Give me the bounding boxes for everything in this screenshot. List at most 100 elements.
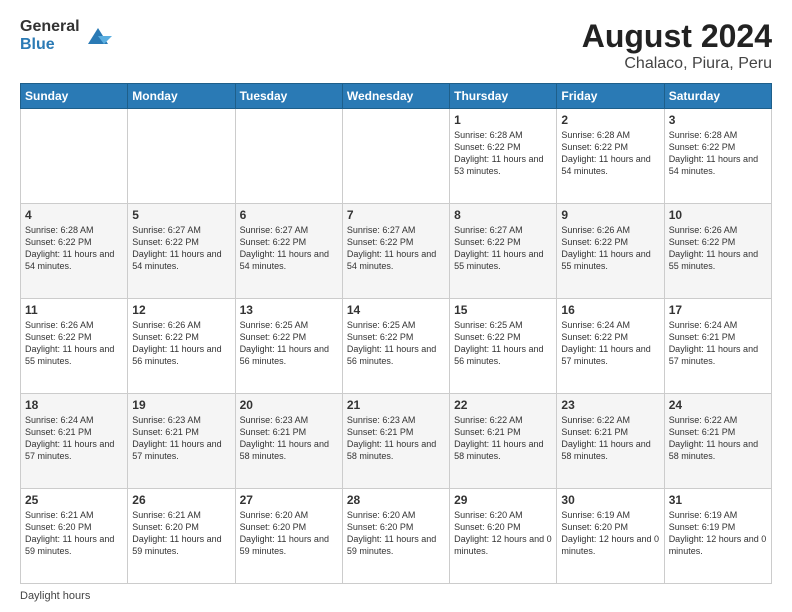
weekday-header-monday: Monday bbox=[128, 84, 235, 109]
day-info: Sunrise: 6:27 AM Sunset: 6:22 PM Dayligh… bbox=[132, 224, 230, 273]
day-info: Sunrise: 6:26 AM Sunset: 6:22 PM Dayligh… bbox=[561, 224, 659, 273]
day-info: Sunrise: 6:23 AM Sunset: 6:21 PM Dayligh… bbox=[240, 414, 338, 463]
weekday-header-saturday: Saturday bbox=[664, 84, 771, 109]
day-number: 19 bbox=[132, 398, 230, 412]
day-cell: 1 Sunrise: 6:28 AM Sunset: 6:22 PM Daylig… bbox=[450, 109, 557, 204]
day-cell: 21 Sunrise: 6:23 AM Sunset: 6:21 PM Dayli… bbox=[342, 394, 449, 489]
day-number: 15 bbox=[454, 303, 552, 317]
day-cell: 17 Sunrise: 6:24 AM Sunset: 6:21 PM Dayli… bbox=[664, 299, 771, 394]
logo-text: General Blue bbox=[20, 18, 80, 53]
title-location: Chalaco, Piura, Peru bbox=[582, 55, 772, 73]
day-cell bbox=[21, 109, 128, 204]
day-number: 16 bbox=[561, 303, 659, 317]
weekday-header-tuesday: Tuesday bbox=[235, 84, 342, 109]
day-number: 23 bbox=[561, 398, 659, 412]
day-number: 13 bbox=[240, 303, 338, 317]
day-number: 25 bbox=[25, 493, 123, 507]
day-info: Sunrise: 6:20 AM Sunset: 6:20 PM Dayligh… bbox=[347, 509, 445, 558]
day-number: 29 bbox=[454, 493, 552, 507]
day-number: 27 bbox=[240, 493, 338, 507]
day-cell: 19 Sunrise: 6:23 AM Sunset: 6:21 PM Dayli… bbox=[128, 394, 235, 489]
week-row-1: 1 Sunrise: 6:28 AM Sunset: 6:22 PM Daylig… bbox=[21, 109, 772, 204]
day-cell: 24 Sunrise: 6:22 AM Sunset: 6:21 PM Dayli… bbox=[664, 394, 771, 489]
day-cell: 2 Sunrise: 6:28 AM Sunset: 6:22 PM Daylig… bbox=[557, 109, 664, 204]
logo-blue: Blue bbox=[20, 36, 80, 54]
week-row-4: 18 Sunrise: 6:24 AM Sunset: 6:21 PM Dayli… bbox=[21, 394, 772, 489]
day-info: Sunrise: 6:24 AM Sunset: 6:21 PM Dayligh… bbox=[669, 319, 767, 368]
day-info: Sunrise: 6:21 AM Sunset: 6:20 PM Dayligh… bbox=[25, 509, 123, 558]
day-info: Sunrise: 6:28 AM Sunset: 6:22 PM Dayligh… bbox=[561, 129, 659, 178]
day-number: 12 bbox=[132, 303, 230, 317]
day-cell: 4Sunrise: 6:28 AM Sunset: 6:22 PM Daylig… bbox=[21, 204, 128, 299]
day-number: 21 bbox=[347, 398, 445, 412]
day-cell: 31 Sunrise: 6:19 AM Sunset: 6:19 PM Dayli… bbox=[664, 489, 771, 584]
daylight-label: Daylight hours bbox=[20, 590, 90, 602]
weekday-header-sunday: Sunday bbox=[21, 84, 128, 109]
day-number: 2 bbox=[561, 113, 659, 127]
day-info: Sunrise: 6:22 AM Sunset: 6:21 PM Dayligh… bbox=[561, 414, 659, 463]
day-info: Sunrise: 6:24 AM Sunset: 6:21 PM Dayligh… bbox=[25, 414, 123, 463]
day-number: 1 bbox=[454, 113, 552, 127]
day-info: Sunrise: 6:25 AM Sunset: 6:22 PM Dayligh… bbox=[454, 319, 552, 368]
day-number: 3 bbox=[669, 113, 767, 127]
day-number: 17 bbox=[669, 303, 767, 317]
day-cell bbox=[128, 109, 235, 204]
footer: Daylight hours bbox=[20, 590, 772, 602]
calendar-table: SundayMondayTuesdayWednesdayThursdayFrid… bbox=[20, 83, 772, 584]
day-cell bbox=[342, 109, 449, 204]
day-number: 10 bbox=[669, 208, 767, 222]
day-cell: 23 Sunrise: 6:22 AM Sunset: 6:21 PM Dayli… bbox=[557, 394, 664, 489]
day-number: 11 bbox=[25, 303, 123, 317]
day-number: 24 bbox=[669, 398, 767, 412]
day-number: 31 bbox=[669, 493, 767, 507]
week-row-2: 4Sunrise: 6:28 AM Sunset: 6:22 PM Daylig… bbox=[21, 204, 772, 299]
day-cell: 12 Sunrise: 6:26 AM Sunset: 6:22 PM Dayli… bbox=[128, 299, 235, 394]
day-cell: 13Sunrise: 6:25 AM Sunset: 6:22 PM Dayli… bbox=[235, 299, 342, 394]
day-info: Sunrise: 6:19 AM Sunset: 6:19 PM Dayligh… bbox=[669, 509, 767, 558]
day-info: Sunrise: 6:27 AM Sunset: 6:22 PM Dayligh… bbox=[240, 224, 338, 273]
day-cell: 26Sunrise: 6:21 AM Sunset: 6:20 PM Dayli… bbox=[128, 489, 235, 584]
weekday-header-wednesday: Wednesday bbox=[342, 84, 449, 109]
day-cell: 27 Sunrise: 6:20 AM Sunset: 6:20 PM Dayli… bbox=[235, 489, 342, 584]
header: General Blue August 2024 Chalaco, Piura,… bbox=[20, 18, 772, 73]
day-info: Sunrise: 6:28 AM Sunset: 6:22 PM Dayligh… bbox=[669, 129, 767, 178]
day-info: Sunrise: 6:26 AM Sunset: 6:22 PM Dayligh… bbox=[132, 319, 230, 368]
day-cell: 11 Sunrise: 6:26 AM Sunset: 6:22 PM Dayli… bbox=[21, 299, 128, 394]
day-number: 9 bbox=[561, 208, 659, 222]
day-cell: 14Sunrise: 6:25 AM Sunset: 6:22 PM Dayli… bbox=[342, 299, 449, 394]
day-info: Sunrise: 6:20 AM Sunset: 6:20 PM Dayligh… bbox=[240, 509, 338, 558]
day-cell: 10 Sunrise: 6:26 AM Sunset: 6:22 PM Dayli… bbox=[664, 204, 771, 299]
day-cell: 25 Sunrise: 6:21 AM Sunset: 6:20 PM Dayli… bbox=[21, 489, 128, 584]
logo-general: General bbox=[20, 18, 80, 36]
day-number: 8 bbox=[454, 208, 552, 222]
day-info: Sunrise: 6:23 AM Sunset: 6:21 PM Dayligh… bbox=[132, 414, 230, 463]
day-cell: 29Sunrise: 6:20 AM Sunset: 6:20 PM Dayli… bbox=[450, 489, 557, 584]
logo-icon bbox=[84, 22, 112, 50]
day-number: 20 bbox=[240, 398, 338, 412]
day-cell: 16Sunrise: 6:24 AM Sunset: 6:22 PM Dayli… bbox=[557, 299, 664, 394]
day-number: 18 bbox=[25, 398, 123, 412]
week-row-3: 11 Sunrise: 6:26 AM Sunset: 6:22 PM Dayli… bbox=[21, 299, 772, 394]
day-info: Sunrise: 6:23 AM Sunset: 6:21 PM Dayligh… bbox=[347, 414, 445, 463]
day-info: Sunrise: 6:28 AM Sunset: 6:22 PM Dayligh… bbox=[454, 129, 552, 178]
day-cell: 9 Sunrise: 6:26 AM Sunset: 6:22 PM Daylig… bbox=[557, 204, 664, 299]
title-month: August 2024 bbox=[582, 18, 772, 55]
week-row-5: 25 Sunrise: 6:21 AM Sunset: 6:20 PM Dayli… bbox=[21, 489, 772, 584]
day-cell bbox=[235, 109, 342, 204]
day-info: Sunrise: 6:22 AM Sunset: 6:21 PM Dayligh… bbox=[454, 414, 552, 463]
day-number: 26 bbox=[132, 493, 230, 507]
day-number: 14 bbox=[347, 303, 445, 317]
day-cell: 22 Sunrise: 6:22 AM Sunset: 6:21 PM Dayli… bbox=[450, 394, 557, 489]
title-block: August 2024 Chalaco, Piura, Peru bbox=[582, 18, 772, 73]
day-cell: 7Sunrise: 6:27 AM Sunset: 6:22 PM Daylig… bbox=[342, 204, 449, 299]
day-info: Sunrise: 6:26 AM Sunset: 6:22 PM Dayligh… bbox=[25, 319, 123, 368]
day-number: 6 bbox=[240, 208, 338, 222]
day-number: 5 bbox=[132, 208, 230, 222]
day-cell: 28Sunrise: 6:20 AM Sunset: 6:20 PM Dayli… bbox=[342, 489, 449, 584]
page: General Blue August 2024 Chalaco, Piura,… bbox=[0, 0, 792, 612]
day-info: Sunrise: 6:26 AM Sunset: 6:22 PM Dayligh… bbox=[669, 224, 767, 273]
day-cell: 15 Sunrise: 6:25 AM Sunset: 6:22 PM Dayli… bbox=[450, 299, 557, 394]
day-cell: 3 Sunrise: 6:28 AM Sunset: 6:22 PM Daylig… bbox=[664, 109, 771, 204]
day-info: Sunrise: 6:22 AM Sunset: 6:21 PM Dayligh… bbox=[669, 414, 767, 463]
day-number: 22 bbox=[454, 398, 552, 412]
